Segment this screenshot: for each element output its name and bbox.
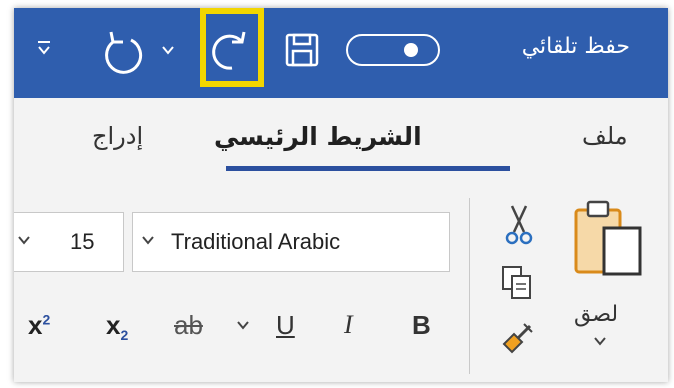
font-size-value: 15: [70, 229, 95, 254]
chevron-down-icon[interactable]: [594, 336, 606, 346]
paste-label[interactable]: لصق: [574, 302, 618, 327]
tab-insert[interactable]: إدراج: [92, 122, 143, 150]
tab-file[interactable]: ملف: [582, 122, 628, 150]
font-name-value: Traditional Arabic: [171, 229, 341, 254]
ribbon-window: حفظ تلقائي إدراج الشريط الرئيسي ملف 15 T…: [14, 8, 668, 382]
tab-home[interactable]: الشريط الرئيسي: [214, 122, 422, 151]
save-icon[interactable]: [284, 32, 320, 68]
toggle-knob: [404, 43, 418, 57]
autosave-label: حفظ تلقائي: [521, 34, 630, 59]
chevron-down-icon: [18, 236, 30, 245]
copy-icon[interactable]: [500, 264, 534, 302]
bold-button[interactable]: B: [412, 310, 431, 341]
italic-button[interactable]: I: [344, 310, 353, 340]
redo-icon[interactable]: [204, 22, 260, 78]
ribbon-body: 15 Traditional Arabic x2 x2 ab U I B لصق: [14, 190, 668, 382]
undo-dropdown-icon[interactable]: [161, 44, 175, 56]
font-name-dropdown[interactable]: Traditional Arabic: [132, 212, 450, 272]
subscript-button[interactable]: x2: [106, 310, 128, 343]
quick-access-toolbar: حفظ تلقائي: [14, 8, 668, 98]
active-tab-indicator: [226, 166, 510, 171]
autosave-toggle[interactable]: [346, 34, 440, 66]
strikethrough-button[interactable]: ab: [174, 310, 203, 341]
format-painter-icon[interactable]: [500, 320, 536, 356]
paste-icon[interactable]: [570, 196, 646, 288]
underline-button[interactable]: U: [276, 310, 295, 341]
group-separator: [469, 198, 470, 374]
chevron-down-icon: [142, 236, 154, 245]
chevron-down-icon[interactable]: [236, 320, 250, 330]
cut-icon[interactable]: [504, 204, 534, 246]
customize-chevron-icon[interactable]: [36, 38, 52, 58]
undo-icon[interactable]: [97, 28, 151, 78]
superscript-button[interactable]: x2: [28, 310, 50, 341]
ribbon-tabs: إدراج الشريط الرئيسي ملف: [14, 98, 668, 190]
font-size-dropdown[interactable]: 15: [14, 212, 124, 272]
